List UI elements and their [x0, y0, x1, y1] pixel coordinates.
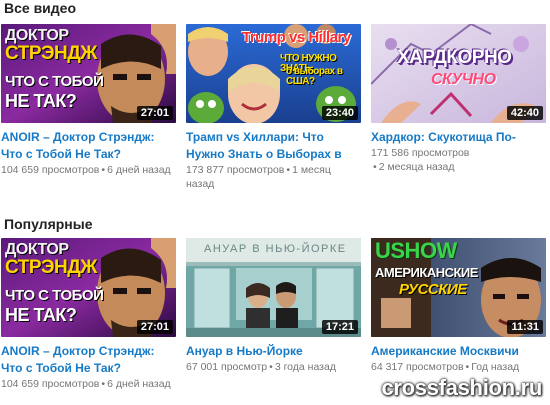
video-meta: 104 659 просмотров • 6 дней назад — [1, 377, 176, 391]
video-card: Ushow Американские русские 11:31 Америка… — [371, 238, 546, 374]
duration-badge: 23:40 — [321, 106, 358, 120]
meta-separator: • — [101, 164, 106, 176]
video-thumbnail[interactable]: Доктор Стрэндж что с тобой не так? 27:01 — [1, 24, 176, 123]
video-meta: 173 877 просмотров • 1 месяц назад — [186, 163, 361, 191]
duration-badge: 27:01 — [136, 106, 173, 120]
thumb-caption: Стрэндж — [5, 43, 97, 64]
video-card: Ануар в Нью-Йорке 17:21 Ануар в Нью-Йорк… — [186, 238, 361, 374]
video-title-link[interactable]: Ануар в Нью-Йорке — [186, 343, 361, 360]
video-card: Хардкорно скучно 42:40 Хардкор: Скукотищ… — [371, 24, 546, 174]
duration-badge: 11:31 — [507, 320, 543, 334]
thumb-caption: Trump vs Hillary — [242, 29, 351, 46]
meta-separator: • — [373, 161, 377, 173]
meta-separator: • — [286, 164, 291, 176]
meta-separator: • — [269, 361, 273, 373]
section-title-popular: Популярные — [4, 216, 93, 232]
video-title-link[interactable]: Американские Москвичи — [371, 343, 546, 360]
duration-badge: 27:01 — [136, 320, 173, 334]
video-title-link[interactable]: Хардкор: Скукотища По-Русски — [371, 129, 546, 146]
view-count: 67 001 просмотр — [186, 361, 268, 373]
thumb-caption: не так? — [5, 91, 77, 111]
thumb-caption: не так? — [5, 305, 77, 325]
video-title-link[interactable]: Трамп vs Хиллари: Что Нужно Знать о Выбо… — [186, 129, 361, 163]
thumb-caption: что с тобой — [5, 287, 104, 304]
thumb-caption: о выборах в США? — [286, 66, 343, 87]
upload-age: Год назад — [471, 361, 520, 373]
video-row-all: Доктор Стрэндж что с тобой не так? 27:01… — [0, 24, 550, 194]
video-card: Доктор Стрэндж что с тобой не так? 27:01… — [1, 24, 176, 177]
video-thumbnail[interactable]: Доктор Стрэндж что с тобой не так? 27:01 — [1, 238, 176, 337]
video-meta: 67 001 просмотр • 3 года назад — [186, 360, 361, 374]
section-title-all-videos: Все видео — [4, 0, 77, 16]
thumb-caption: что с тобой — [5, 73, 104, 90]
video-meta: 171 586 просмотров • 2 месяца назад — [371, 146, 546, 174]
thumb-caption: Хардкорно — [397, 47, 512, 68]
thumb-caption: русские — [399, 281, 467, 298]
video-thumbnail[interactable]: Хардкорно скучно 42:40 — [371, 24, 546, 123]
thumb-caption: Ануар в Нью-Йорке — [204, 243, 347, 255]
view-count: 173 877 просмотров — [186, 164, 285, 176]
upload-age: 3 года назад — [274, 361, 336, 373]
duration-badge: 42:40 — [506, 106, 543, 120]
meta-separator: • — [465, 361, 470, 373]
video-meta: 104 659 просмотров • 6 дней назад — [1, 163, 176, 177]
thumb-caption: Доктор — [5, 241, 69, 258]
video-thumbnail[interactable]: Trump vs Hillary что нужно знать о выбор… — [186, 24, 361, 123]
view-count: 104 659 просмотров — [1, 378, 100, 390]
video-thumbnail[interactable]: Ushow Американские русские 11:31 — [371, 238, 546, 337]
meta-separator: • — [101, 378, 106, 390]
view-count: 171 586 просмотров — [371, 147, 470, 159]
thumb-caption: Доктор — [5, 27, 69, 44]
view-count: 104 659 просмотров — [1, 164, 100, 176]
site-watermark: crossfashion.ru — [381, 375, 542, 400]
thumb-caption: скучно — [431, 71, 496, 88]
video-card: Доктор Стрэндж что с тобой не так? 27:01… — [1, 238, 176, 391]
upload-age: 2 месяца назад — [378, 161, 455, 173]
upload-age: 6 дней назад — [107, 378, 171, 390]
thumb-caption: Ushow — [375, 238, 457, 263]
video-card: Trump vs Hillary что нужно знать о выбор… — [186, 24, 361, 191]
video-title-link[interactable]: ANOIR – Доктор Стрэндж: Что с Тобой Не Т… — [1, 343, 176, 377]
thumb-caption: Американские — [375, 265, 478, 280]
view-count: 64 317 просмотров — [371, 361, 464, 373]
video-thumbnail[interactable]: Ануар в Нью-Йорке 17:21 — [186, 238, 361, 337]
thumb-caption: Стрэндж — [5, 257, 97, 278]
duration-badge: 17:21 — [321, 320, 358, 334]
video-meta: 64 317 просмотров • Год назад — [371, 360, 546, 374]
upload-age: 6 дней назад — [107, 164, 171, 176]
video-title-link[interactable]: ANOIR – Доктор Стрэндж: Что с Тобой Не Т… — [1, 129, 176, 163]
